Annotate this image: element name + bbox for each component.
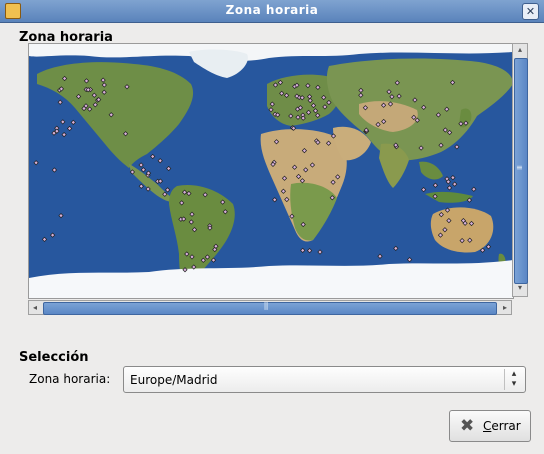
timezone-map[interactable] [28,43,514,299]
scroll-right-arrow-icon[interactable]: ▸ [499,301,511,314]
scroll-left-arrow-icon[interactable]: ◂ [29,301,41,314]
vertical-scroll-thumb[interactable]: ≡ [514,58,528,284]
timezone-value: Europe/Madrid [130,373,218,387]
selection-section-title: Selección [19,350,89,365]
window-close-button[interactable]: ✕ [522,3,539,20]
scroll-down-arrow-icon[interactable]: ▾ [513,283,527,295]
timezone-label: Zona horaria: [29,372,111,386]
close-button-label: Cerrar [483,419,521,433]
window-title: Zona horaria [225,3,319,17]
timezone-combo[interactable]: Europe/Madrid ▴ ▾ [123,366,526,393]
scroll-up-arrow-icon[interactable]: ▴ [513,45,527,57]
close-button[interactable]: ✖ Cerrar [449,410,531,442]
title-bar: Zona horaria ✕ [0,0,544,23]
map-vertical-scrollbar[interactable]: ▴ ≡ ▾ [512,43,528,297]
grip-icon: ≡ [516,163,523,172]
close-icon: ✖ [460,416,475,436]
horizontal-scroll-thumb[interactable]: ⫼ [43,302,497,315]
world-map-image[interactable] [29,44,513,298]
combo-arrows-icon[interactable]: ▴ ▾ [504,369,523,390]
grip-icon: ⫼ [264,302,269,312]
map-horizontal-scrollbar[interactable]: ◂ ⫼ ▸ [28,300,512,315]
